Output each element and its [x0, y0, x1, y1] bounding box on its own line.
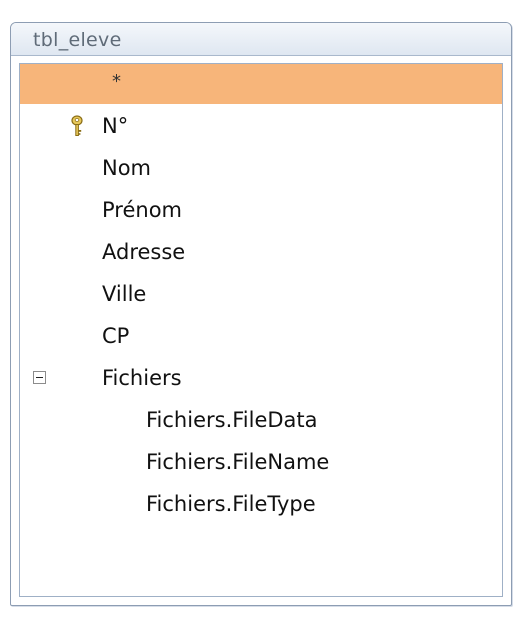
field-row-cp[interactable]: CP — [20, 316, 502, 356]
field-row-adresse[interactable]: Adresse — [20, 232, 502, 272]
field-row-nom[interactable]: Nom — [20, 148, 502, 188]
field-row-filename[interactable]: Fichiers.FileName — [20, 442, 502, 482]
field-row-filedata[interactable]: Fichiers.FileData — [20, 400, 502, 440]
field-label-fichiers: Fichiers — [102, 366, 182, 390]
field-label-filedata: Fichiers.FileData — [146, 408, 318, 432]
table-title: tbl_eleve — [33, 29, 122, 51]
field-row-prenom[interactable]: Prénom — [20, 190, 502, 230]
field-label-all: * — [112, 71, 121, 92]
minus-box-icon[interactable] — [33, 371, 46, 384]
table-field-list-window[interactable]: tbl_eleve * N° Nom Prénom Adresse Ville … — [10, 22, 512, 606]
field-label-id: N° — [102, 114, 129, 138]
key-icon — [71, 115, 83, 136]
field-label-filename: Fichiers.FileName — [146, 450, 330, 474]
field-label-cp: CP — [102, 324, 130, 348]
table-title-bar[interactable]: tbl_eleve — [11, 23, 511, 56]
field-row-fichiers[interactable]: Fichiers — [20, 358, 502, 398]
field-label-nom: Nom — [102, 156, 152, 180]
field-label-adresse: Adresse — [102, 240, 186, 264]
field-row-id[interactable]: N° — [20, 106, 502, 146]
field-row-all[interactable]: * — [20, 64, 502, 104]
field-row-ville[interactable]: Ville — [20, 274, 502, 314]
field-label-prenom: Prénom — [102, 198, 183, 222]
field-label-filetype: Fichiers.FileType — [146, 492, 316, 516]
field-list[interactable]: * N° Nom Prénom Adresse Ville CP Fichier… — [19, 63, 503, 597]
field-row-filetype[interactable]: Fichiers.FileType — [20, 484, 502, 524]
field-label-ville: Ville — [102, 282, 147, 306]
